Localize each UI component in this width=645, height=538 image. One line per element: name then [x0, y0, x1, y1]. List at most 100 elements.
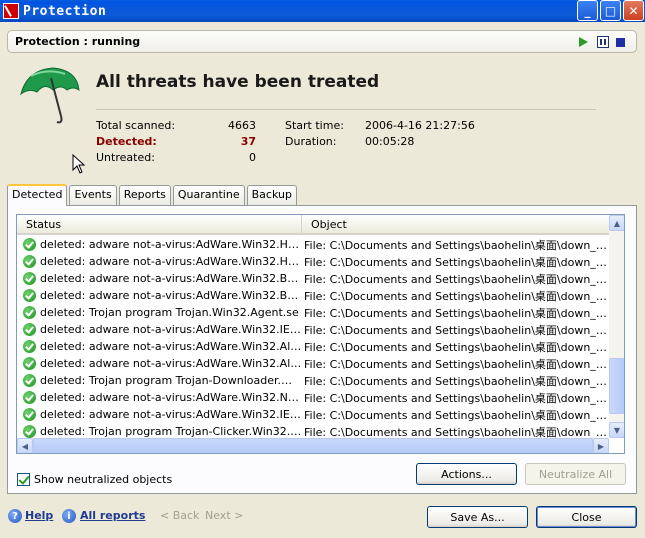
- tab-reports[interactable]: Reports: [118, 185, 171, 205]
- help-link[interactable]: Help: [25, 509, 53, 522]
- check-ok-icon: [23, 357, 36, 370]
- row-status: deleted: adware not-a-virus:AdWare.Win32…: [40, 238, 302, 251]
- vertical-scroll-thumb[interactable]: [609, 358, 624, 414]
- table-row[interactable]: deleted: adware not-a-virus:AdWare.Win32…: [17, 287, 609, 304]
- row-status: deleted: adware not-a-virus:AdWare.Win32…: [40, 357, 302, 370]
- divider: [96, 109, 596, 110]
- detected-label: Detected:: [96, 135, 157, 148]
- check-ok-icon: [23, 289, 36, 302]
- minimize-button[interactable]: _: [577, 0, 598, 21]
- check-ok-icon: [23, 374, 36, 387]
- row-object: File: C:\Documents and Settings\baohelin…: [304, 374, 609, 388]
- scroll-left-button[interactable]: ◀: [17, 438, 33, 453]
- umbrella-icon: [20, 67, 80, 124]
- check-ok-icon: [23, 391, 36, 404]
- result-headline: All threats have been treated: [96, 72, 380, 92]
- row-status: deleted: adware not-a-virus:AdWare.Win32…: [40, 272, 302, 285]
- row-status: deleted: adware not-a-virus:AdWare.Win32…: [40, 289, 302, 302]
- untreated-label: Untreated:: [96, 151, 155, 164]
- mouse-cursor-icon: [72, 154, 86, 174]
- table-row[interactable]: deleted: Trojan program Trojan.Win32.Age…: [17, 304, 609, 321]
- row-object: File: C:\Documents and Settings\baohelin…: [304, 238, 609, 252]
- help-icon[interactable]: ?: [8, 509, 22, 523]
- protection-status-label: Protection : running: [15, 35, 141, 48]
- title-bar: Protection _ □ ✕: [0, 0, 645, 22]
- start-time-label: Start time:: [285, 119, 344, 132]
- list-header: Status Object: [17, 215, 609, 235]
- actions-button[interactable]: Actions...: [416, 463, 517, 485]
- table-row[interactable]: deleted: adware not-a-virus:AdWare.Win32…: [17, 355, 609, 372]
- row-status: deleted: Trojan program Trojan-Clicker.W…: [40, 425, 302, 438]
- table-row[interactable]: deleted: adware not-a-virus:AdWare.Win32…: [17, 389, 609, 406]
- tab-detected[interactable]: Detected: [7, 184, 68, 206]
- back-link[interactable]: < Back: [160, 509, 199, 522]
- row-status: deleted: adware not-a-virus:AdWare.Win32…: [40, 340, 302, 353]
- pause-icon[interactable]: [597, 36, 609, 48]
- start-time-value: 2006-4-16 21:27:56: [365, 119, 475, 132]
- tab-strip: Detected Events Reports Quarantine Backu…: [7, 184, 299, 206]
- column-header-object[interactable]: Object: [302, 215, 609, 233]
- row-object: File: C:\Documents and Settings\baohelin…: [304, 408, 609, 422]
- show-neutralized-label[interactable]: Show neutralized objects: [34, 473, 172, 486]
- row-object: File: C:\Documents and Settings\baohelin…: [304, 357, 609, 371]
- close-window-button[interactable]: ✕: [623, 0, 644, 21]
- next-link[interactable]: Next >: [205, 509, 243, 522]
- window-title: Protection: [23, 3, 107, 19]
- tab-quarantine[interactable]: Quarantine: [172, 185, 245, 205]
- row-status: deleted: Trojan program Trojan.Win32.Age…: [40, 306, 299, 319]
- row-object: File: C:\Documents and Settings\baohelin…: [304, 306, 609, 320]
- save-as-button[interactable]: Save As...: [427, 506, 528, 528]
- tab-events[interactable]: Events: [69, 185, 117, 205]
- check-ok-icon: [23, 272, 36, 285]
- kaspersky-icon: [3, 3, 19, 19]
- table-row[interactable]: deleted: adware not-a-virus:AdWare.Win32…: [17, 406, 609, 423]
- horizontal-scroll-thumb[interactable]: [33, 438, 593, 453]
- row-status: deleted: adware not-a-virus:AdWare.Win32…: [40, 323, 302, 336]
- scroll-down-button[interactable]: ▼: [609, 422, 624, 438]
- total-scanned-value: 4663: [228, 119, 256, 132]
- show-neutralized-checkbox[interactable]: [17, 473, 30, 486]
- horizontal-scrollbar[interactable]: ◀ ▶: [17, 438, 609, 453]
- total-scanned-label: Total scanned:: [96, 119, 176, 132]
- table-row[interactable]: deleted: adware not-a-virus:AdWare.Win32…: [17, 321, 609, 338]
- neutralize-all-button[interactable]: Neutralize All: [525, 463, 626, 485]
- protection-status-bar: Protection : running: [7, 30, 637, 53]
- scroll-up-button[interactable]: ▲: [609, 215, 624, 231]
- scroll-right-button[interactable]: ▶: [593, 438, 609, 453]
- column-header-status[interactable]: Status: [17, 215, 302, 233]
- row-status: deleted: Trojan program Trojan-Downloade…: [40, 374, 302, 387]
- row-status: deleted: adware not-a-virus:AdWare.Win32…: [40, 391, 302, 404]
- row-object: File: C:\Documents and Settings\baohelin…: [304, 255, 609, 269]
- row-object: File: C:\Documents and Settings\baohelin…: [304, 289, 609, 303]
- check-ok-icon: [23, 238, 36, 251]
- row-object: File: C:\Documents and Settings\baohelin…: [304, 323, 609, 337]
- duration-label: Duration:: [285, 135, 337, 148]
- table-row[interactable]: deleted: adware not-a-virus:AdWare.Win32…: [17, 338, 609, 355]
- check-ok-icon: [23, 323, 36, 336]
- table-row[interactable]: deleted: adware not-a-virus:AdWare.Win32…: [17, 253, 609, 270]
- check-ok-icon: [23, 340, 36, 353]
- info-icon[interactable]: i: [62, 509, 76, 523]
- all-reports-link[interactable]: All reports: [80, 509, 145, 522]
- check-ok-icon: [23, 408, 36, 421]
- row-object: File: C:\Documents and Settings\baohelin…: [304, 340, 609, 354]
- maximize-button[interactable]: □: [600, 0, 621, 21]
- check-ok-icon: [23, 425, 36, 438]
- play-icon[interactable]: [579, 37, 588, 47]
- check-ok-icon: [23, 306, 36, 319]
- row-object: File: C:\Documents and Settings\baohelin…: [304, 272, 609, 286]
- stop-icon[interactable]: [616, 38, 625, 47]
- close-button[interactable]: Close: [536, 506, 637, 528]
- table-row[interactable]: deleted: adware not-a-virus:AdWare.Win32…: [17, 236, 609, 253]
- detected-value: 37: [240, 135, 256, 148]
- row-status: deleted: adware not-a-virus:AdWare.Win32…: [40, 255, 302, 268]
- table-row[interactable]: deleted: adware not-a-virus:AdWare.Win32…: [17, 270, 609, 287]
- detected-list[interactable]: Status Object deleted: adware not-a-viru…: [16, 214, 625, 454]
- check-ok-icon: [23, 255, 36, 268]
- duration-value: 00:05:28: [365, 135, 415, 148]
- table-row[interactable]: deleted: Trojan program Trojan-Downloade…: [17, 372, 609, 389]
- list-rows: deleted: adware not-a-virus:AdWare.Win32…: [17, 236, 609, 440]
- untreated-value: 0: [249, 151, 256, 164]
- vertical-scrollbar[interactable]: ▲ ▼: [609, 215, 624, 438]
- tab-backup[interactable]: Backup: [246, 185, 297, 205]
